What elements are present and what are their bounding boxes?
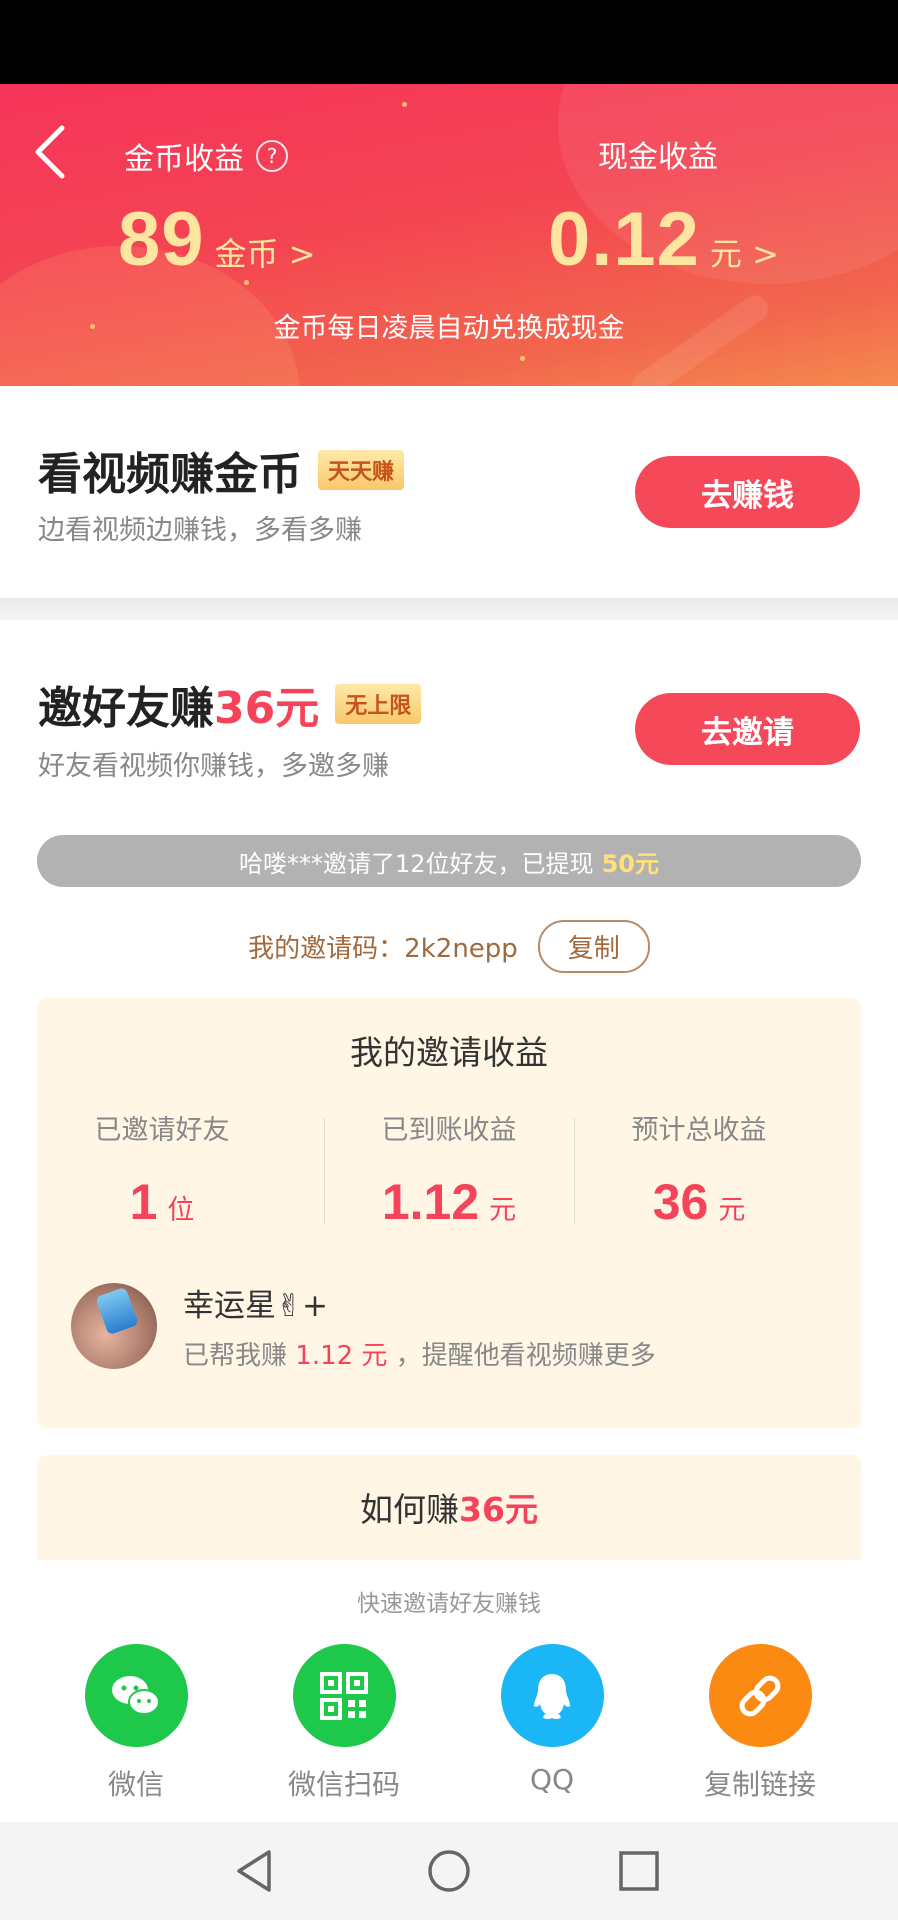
- section-divider: [0, 598, 898, 620]
- share-qq-button[interactable]: QQ: [472, 1644, 632, 1796]
- coin-earnings-title: 金币收益 ?: [124, 134, 288, 178]
- copy-code-button[interactable]: 复制: [537, 920, 650, 973]
- cash-unit: 元 >: [709, 235, 779, 273]
- square-recents-icon: [619, 1851, 659, 1891]
- back-button[interactable]: [30, 120, 74, 184]
- cash-earnings-title: 现金收益: [598, 140, 718, 175]
- share-sheet: 快速邀请好友赚钱 微信 微信扫码 QQ 复制链接: [0, 1560, 898, 1822]
- coin-unit: 金币 >: [214, 235, 316, 273]
- invite-task-subtitle: 好友看视频你赚钱，多邀多赚: [38, 751, 389, 782]
- invite-ticker: 哈喽***邀请了12位好友，已提现 50元: [37, 835, 861, 887]
- how-to-earn-title: 如何赚36元: [360, 1490, 538, 1529]
- qr-code-icon: [292, 1644, 396, 1747]
- system-navigation-bar: [0, 1822, 898, 1920]
- status-bar: [0, 0, 898, 84]
- exchange-note: 金币每日凌晨自动兑换成现金: [273, 313, 625, 344]
- coin-amount: 89: [118, 197, 205, 282]
- daily-tag: 天天赚: [318, 450, 405, 490]
- chevron-left-icon: [35, 125, 65, 179]
- nav-home-button[interactable]: [424, 1846, 474, 1896]
- link-icon: [708, 1644, 812, 1747]
- cash-amount: 0.12: [548, 197, 700, 282]
- watch-task-title: 看视频赚金币 天天赚: [38, 438, 405, 502]
- stat-invited-friends: 已邀请好友 1位: [94, 1115, 230, 1230]
- invite-card: 邀好友赚 36元 无上限 好友看视频你赚钱，多邀多赚 去邀请 哈喽***邀请了1…: [0, 620, 898, 1560]
- unlimited-tag: 无上限: [335, 684, 422, 724]
- cash-balance[interactable]: 0.12 元 >: [548, 196, 779, 283]
- watch-video-card: 看视频赚金币 天天赚 边看视频边赚钱，多看多赚 去赚钱: [0, 386, 898, 598]
- wechat-icon: [84, 1644, 188, 1747]
- nav-recents-button[interactable]: [614, 1846, 664, 1896]
- friend-name: 幸运星✌+: [183, 1288, 328, 1324]
- coin-balance[interactable]: 89 金币 >: [118, 196, 316, 283]
- invite-earnings-panel: 我的邀请收益 已邀请好友 1位 已到账收益 1.12 元 预计总收益 36 元 幸运…: [37, 998, 861, 1428]
- triangle-back-icon: [237, 1850, 271, 1892]
- help-icon[interactable]: ?: [256, 140, 288, 172]
- nav-back-button[interactable]: [231, 1846, 281, 1896]
- share-wechat-scan-button[interactable]: 微信扫码: [264, 1644, 424, 1803]
- invite-code-row: 我的邀请码：2k2nepp 复制: [0, 920, 898, 973]
- avatar: [71, 1283, 157, 1369]
- invite-code: 我的邀请码：2k2nepp: [248, 934, 518, 964]
- earnings-title: 我的邀请收益: [350, 1033, 548, 1072]
- circle-home-icon: [428, 1850, 470, 1892]
- copy-link-button[interactable]: 复制链接: [680, 1644, 840, 1803]
- how-to-earn-panel: 如何赚36元: [37, 1455, 861, 1560]
- friend-earning-desc: 已帮我赚 1.12 元 ，提醒他看视频赚更多: [183, 1341, 656, 1371]
- stat-expected-total: 预计总收益 36 元: [631, 1115, 767, 1230]
- go-earn-button[interactable]: 去赚钱: [635, 456, 860, 528]
- watch-task-subtitle: 边看视频边赚钱，多看多赚: [38, 515, 362, 546]
- share-title: 快速邀请好友赚钱: [357, 1591, 541, 1617]
- stat-received-earnings: 已到账收益 1.12 元: [381, 1115, 517, 1230]
- go-invite-button[interactable]: 去邀请: [635, 693, 860, 765]
- share-wechat-button[interactable]: 微信: [56, 1644, 216, 1803]
- earnings-header: 金币收益 ? 现金收益 89 金币 > 0.12 元 > 金币每日凌晨自动兑换成…: [0, 84, 898, 386]
- invite-task-title: 邀好友赚 36元 无上限: [38, 672, 422, 736]
- qq-icon: [500, 1644, 604, 1747]
- friend-row[interactable]: 幸运星✌+ 已帮我赚 1.12 元 ，提醒他看视频赚更多: [71, 1280, 656, 1372]
